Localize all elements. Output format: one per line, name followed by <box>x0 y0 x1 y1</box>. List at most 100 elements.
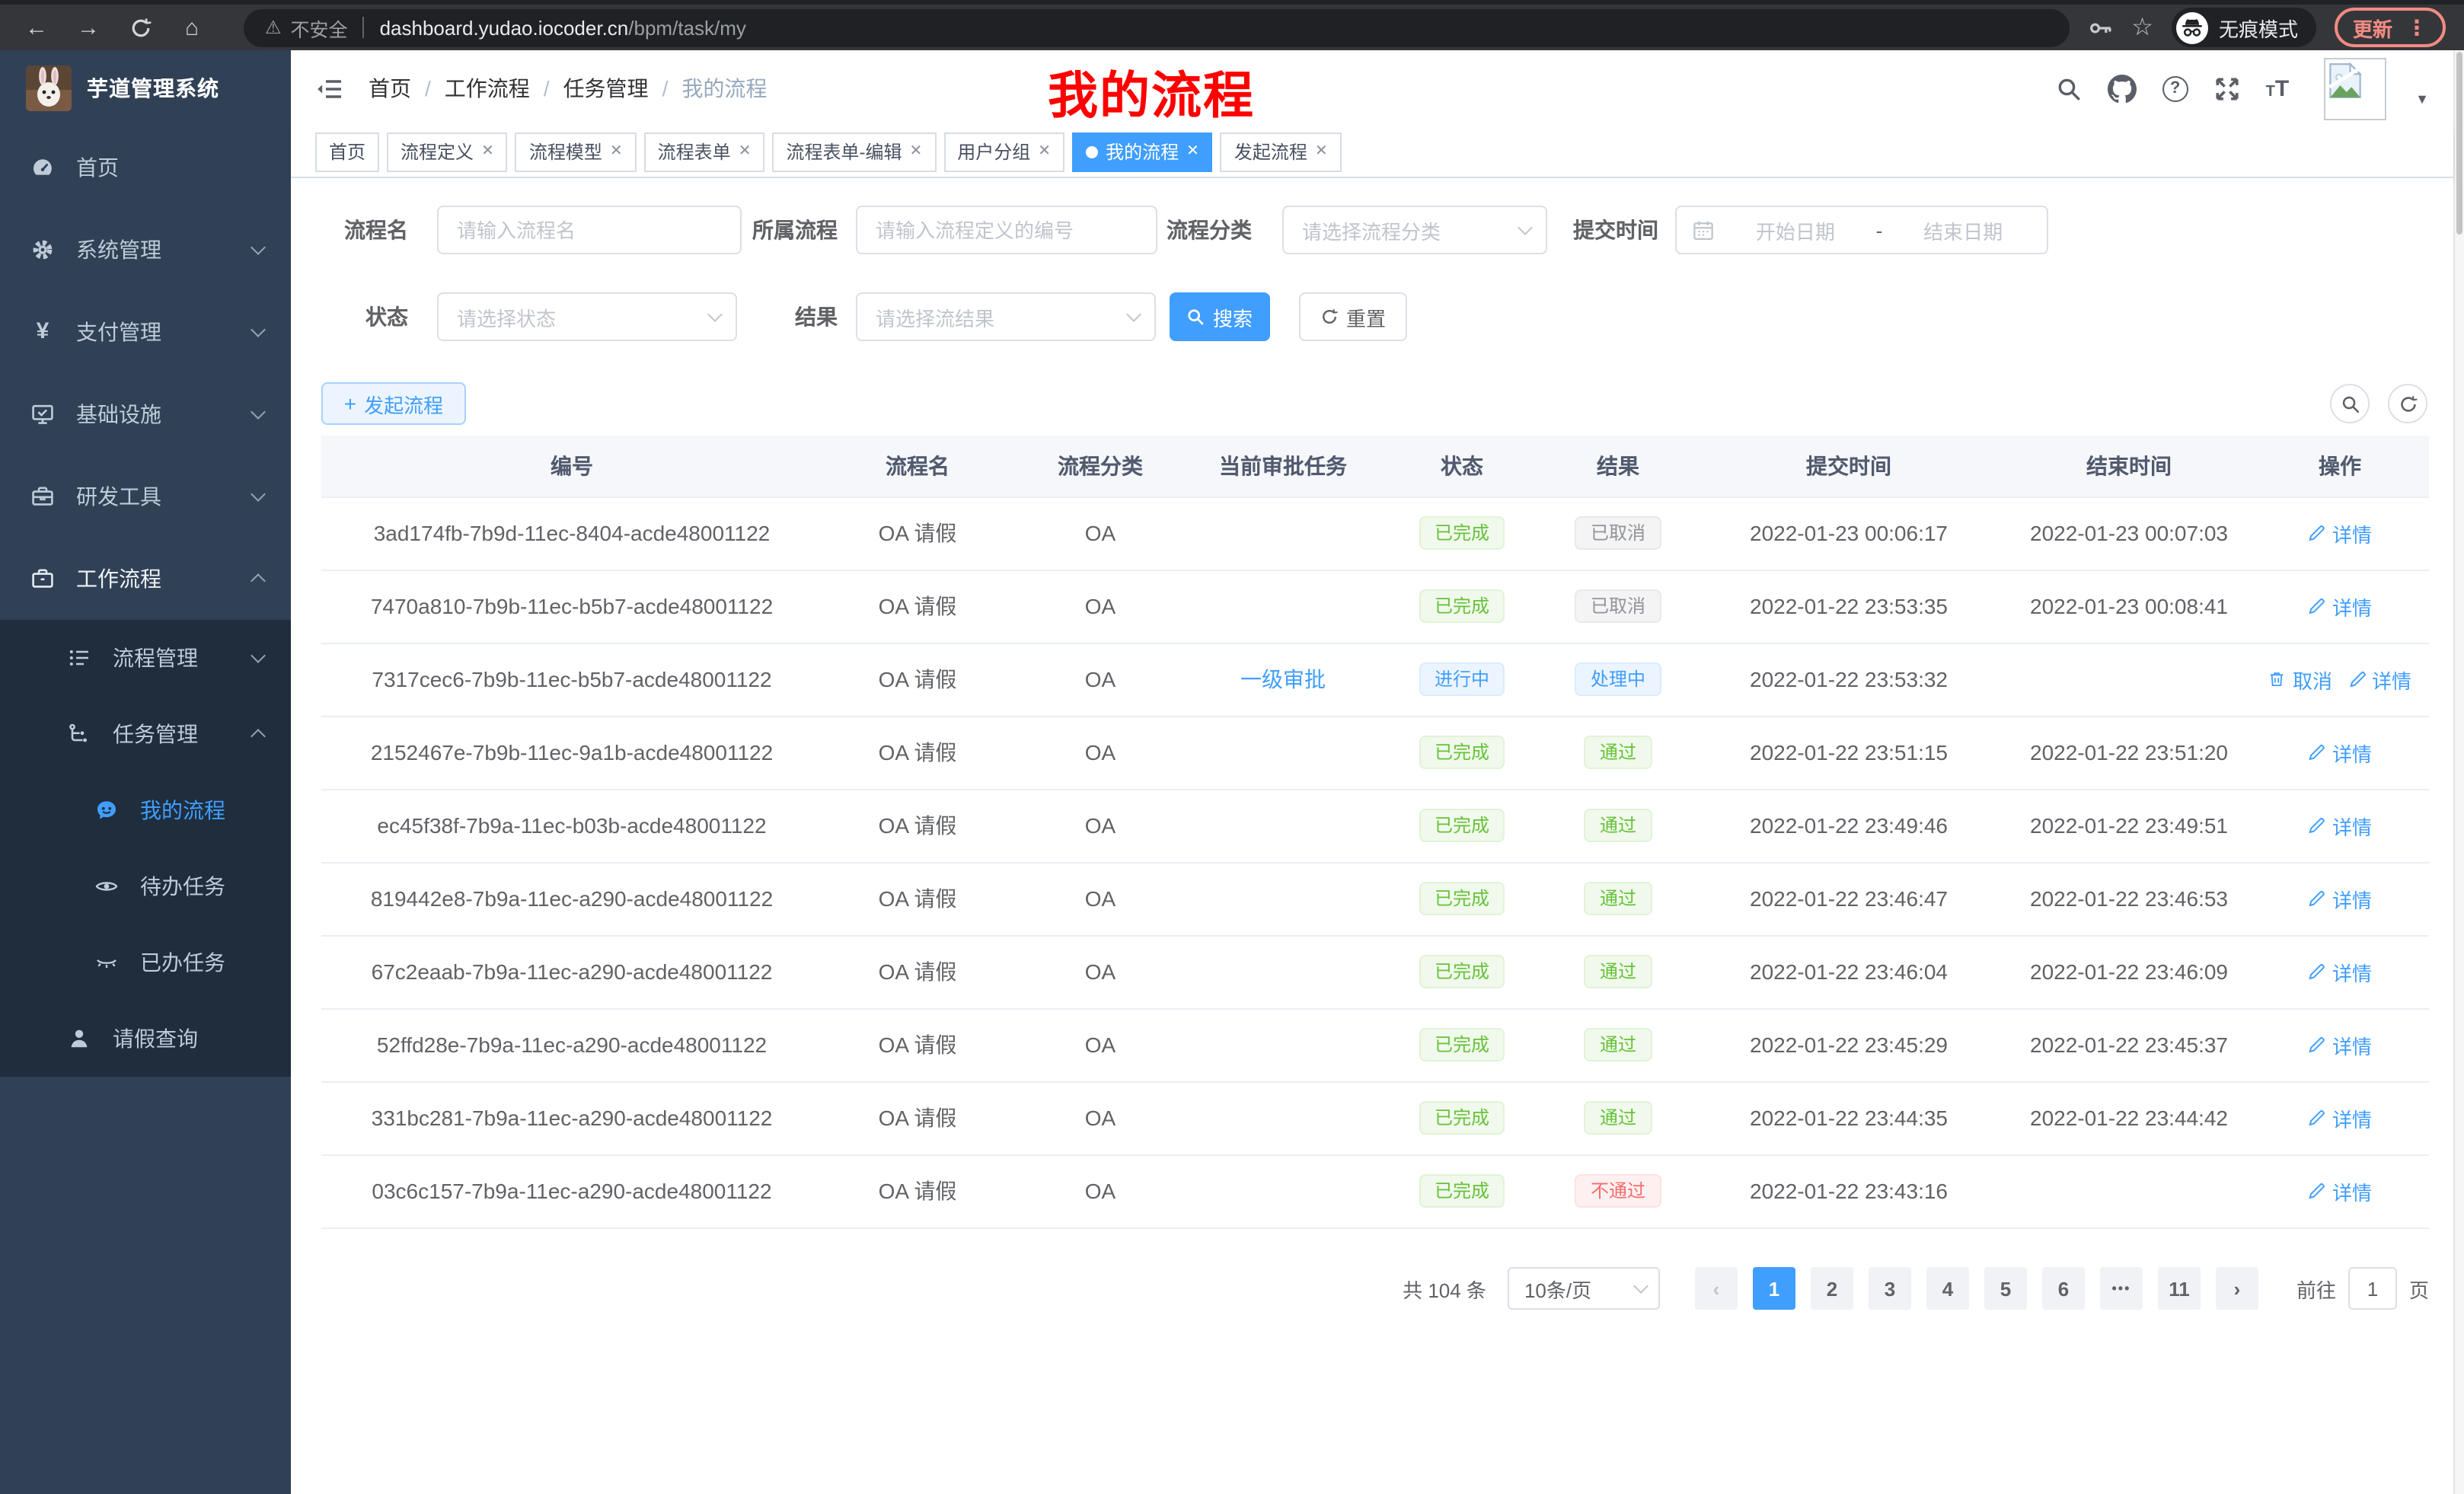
avatar[interactable] <box>2324 57 2386 120</box>
close-icon[interactable]: ✕ <box>481 143 494 160</box>
table-row: 819442e8-7b9a-11ec-a290-acde48001122 OA … <box>321 862 2429 935</box>
page-button-2[interactable]: 2 <box>1811 1267 1853 1310</box>
close-icon[interactable]: ✕ <box>1186 143 1199 160</box>
search-icon[interactable] <box>2056 75 2082 101</box>
url-bar[interactable]: ⚠ 不安全 dashboard.yudao.iocoder.cn/bpm/tas… <box>244 8 2069 46</box>
key-icon[interactable] <box>2087 14 2113 40</box>
status-badge: 已完成 <box>1419 736 1505 769</box>
col-actions: 操作 <box>2251 436 2429 496</box>
tab-process-form[interactable]: 流程表单✕ <box>644 132 765 171</box>
detail-link[interactable]: 详情 <box>2348 665 2411 694</box>
end-date-placeholder[interactable]: 结束日期 <box>1894 215 2032 244</box>
sidebar-item-process-mgmt[interactable]: 流程管理 <box>0 620 291 696</box>
breadcrumb-workflow[interactable]: 工作流程 <box>445 73 530 104</box>
update-button[interactable]: 更新 ⋮ <box>2335 8 2446 47</box>
page-button-1[interactable]: 1 <box>1753 1267 1795 1310</box>
sidebar-item-payment[interactable]: ¥ 支付管理 <box>0 291 291 373</box>
forward-icon[interactable]: → <box>70 9 107 46</box>
detail-link[interactable]: 详情 <box>2308 519 2372 547</box>
close-icon[interactable]: ✕ <box>610 143 623 160</box>
table-refresh-button[interactable] <box>2388 384 2427 423</box>
url-divider <box>363 17 365 38</box>
cell-category: OA <box>1013 643 1188 716</box>
detail-link[interactable]: 详情 <box>2308 1103 2372 1132</box>
back-icon[interactable]: ← <box>18 9 55 46</box>
current-task-link[interactable]: 一级审批 <box>1240 667 1326 691</box>
next-page-button[interactable]: › <box>2216 1267 2258 1310</box>
close-icon[interactable]: ✕ <box>1038 143 1051 160</box>
create-process-button[interactable]: + 发起流程 <box>321 382 466 425</box>
reset-button[interactable]: 重置 <box>1299 292 1407 341</box>
page-button-11[interactable]: 11 <box>2158 1267 2201 1310</box>
sidebar-item-my-process[interactable]: 我的流程 <box>0 772 291 848</box>
goto-page-input[interactable] <box>2348 1267 2397 1310</box>
detail-link[interactable]: 详情 <box>2308 592 2372 621</box>
sidebar-item-system[interactable]: 系统管理 <box>0 209 291 291</box>
tab-process-definition[interactable]: 流程定义✕ <box>387 132 508 171</box>
detail-link[interactable]: 详情 <box>2308 884 2372 913</box>
search-button[interactable]: 搜索 <box>1170 292 1270 341</box>
screen: ← → ⌂ ⚠ 不安全 dashboard.yudao.iocoder.cn/b… <box>0 0 2464 1494</box>
sidebar-item-devtools[interactable]: 研发工具 <box>0 455 291 538</box>
sidebar-item-todo-tasks[interactable]: 待办任务 <box>0 848 291 924</box>
help-icon[interactable]: ? <box>2162 75 2188 101</box>
tab-start-process[interactable]: 发起流程✕ <box>1221 132 1342 171</box>
sidebar-item-task-mgmt[interactable]: 任务管理 <box>0 696 291 772</box>
category-select[interactable]: 请选择流程分类 <box>1282 206 1547 254</box>
breadcrumb-home[interactable]: 首页 <box>369 73 411 104</box>
pager-ellipsis[interactable]: ••• <box>2100 1267 2143 1310</box>
start-date-placeholder[interactable]: 开始日期 <box>1727 215 1864 244</box>
sidebar-item-done-tasks[interactable]: 已办任务 <box>0 924 291 1001</box>
status-select[interactable]: 请选择状态 <box>437 292 737 341</box>
result-select[interactable]: 请选择流结果 <box>856 292 1156 341</box>
sidebar-item-label: 支付管理 <box>76 317 161 347</box>
tab-home[interactable]: 首页 <box>315 132 379 171</box>
cell-submit-time: 2022-01-22 23:44:35 <box>1690 1081 2007 1154</box>
sidebar-item-workflow[interactable]: 工作流程 <box>0 538 291 620</box>
detail-link[interactable]: 详情 <box>2308 738 2372 767</box>
cancel-link[interactable]: 取消 <box>2268 665 2332 694</box>
security-label[interactable]: 不安全 <box>291 13 348 42</box>
avatar-caret-icon[interactable]: ▼ <box>2415 91 2429 107</box>
tab-user-group[interactable]: 用户分组✕ <box>943 132 1064 171</box>
close-icon[interactable]: ✕ <box>739 143 752 160</box>
submit-time-range-picker[interactable]: 开始日期 - 结束日期 <box>1675 206 2048 254</box>
tab-process-form-edit[interactable]: 流程表单-编辑✕ <box>772 132 936 171</box>
sidebar-fold-icon[interactable] <box>315 75 344 101</box>
sidebar-item-leave-query[interactable]: 请假查询 <box>0 1001 291 1077</box>
sidebar-item-infrastructure[interactable]: 基础设施 <box>0 373 291 455</box>
page-button-4[interactable]: 4 <box>1926 1267 1969 1310</box>
page-button-6[interactable]: 6 <box>2042 1267 2085 1310</box>
github-icon[interactable] <box>2108 74 2137 103</box>
sidebar-item-home[interactable]: 首页 <box>0 126 291 209</box>
fullscreen-icon[interactable] <box>2214 75 2240 101</box>
font-size-icon[interactable]: TT <box>2266 75 2290 101</box>
detail-link[interactable]: 详情 <box>2308 811 2372 840</box>
page-button-3[interactable]: 3 <box>1869 1267 1911 1310</box>
reload-icon[interactable] <box>122 9 158 46</box>
breadcrumb-task-mgmt[interactable]: 任务管理 <box>563 73 649 104</box>
detail-link[interactable]: 详情 <box>2308 957 2372 986</box>
close-icon[interactable]: ✕ <box>1315 143 1328 160</box>
home-icon[interactable]: ⌂ <box>174 9 210 46</box>
app-logo-row[interactable]: 芋道管理系统 <box>0 50 291 126</box>
tab-my-process[interactable]: 我的流程✕ <box>1072 132 1213 171</box>
prev-page-button[interactable]: ‹ <box>1695 1267 1738 1310</box>
page-scrollbar[interactable] <box>2453 50 2464 1494</box>
col-result: 结果 <box>1546 436 1690 496</box>
detail-link[interactable]: 详情 <box>2308 1030 2372 1059</box>
process-name-input[interactable] <box>437 206 742 254</box>
page-button-5[interactable]: 5 <box>1984 1267 2027 1310</box>
detail-link[interactable]: 详情 <box>2308 1176 2372 1205</box>
filter-category-label: 流程分类 <box>1142 206 1252 254</box>
close-icon[interactable]: ✕ <box>909 143 922 160</box>
page-size-select[interactable]: 10条/页 <box>1508 1267 1660 1310</box>
col-current-task: 当前审批任务 <box>1188 436 1378 496</box>
scrollbar-thumb[interactable] <box>2456 52 2462 235</box>
more-menu-icon[interactable]: ⋮ <box>2406 14 2427 40</box>
process-definition-input[interactable] <box>856 206 1157 254</box>
cell-id: 3ad174fb-7b9d-11ec-8404-acde48001122 <box>321 496 822 570</box>
table-search-toggle-button[interactable] <box>2330 384 2370 423</box>
tab-process-model[interactable]: 流程模型✕ <box>515 132 637 171</box>
bookmark-star-icon[interactable]: ☆ <box>2131 12 2153 43</box>
